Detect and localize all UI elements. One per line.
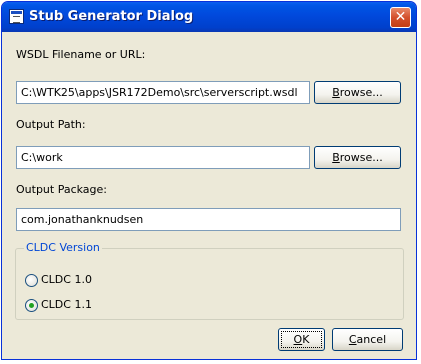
output-browse-mnemonic: B	[332, 151, 340, 164]
stub-generator-dialog: Stub Generator Dialog ✕ WSDL Filename or…	[1, 1, 417, 360]
wsdl-browse-mnemonic: B	[332, 86, 340, 99]
close-button[interactable]: ✕	[390, 7, 411, 28]
cancel-label: ancel	[356, 333, 387, 346]
ok-mnemonic: O	[293, 333, 303, 346]
close-icon: ✕	[394, 9, 407, 25]
output-path-label: Output Path:	[16, 118, 86, 131]
wsdl-browse-label: rowse...	[339, 86, 383, 99]
wsdl-browse-button[interactable]: Browse...	[314, 81, 401, 104]
output-package-input[interactable]: com.jonathanknudsen	[16, 208, 401, 231]
cldc-1-1-radio[interactable]	[25, 299, 38, 312]
output-path-input[interactable]: C:\work	[16, 146, 310, 169]
ok-label: K	[302, 333, 310, 346]
window-title: Stub Generator Dialog	[29, 9, 194, 24]
dialog-content: WSDL Filename or URL: C:\WTK25\apps\JSR1…	[5, 32, 413, 356]
app-window-icon	[9, 9, 24, 24]
cancel-button[interactable]: Cancel	[332, 328, 403, 351]
wsdl-filename-input[interactable]: C:\WTK25\apps\JSR172Demo\src\serverscrip…	[16, 81, 310, 104]
cldc-1-1-label[interactable]: CLDC 1.1	[41, 298, 92, 311]
cancel-mnemonic: C	[348, 333, 357, 346]
cldc-group-title: CLDC Version	[24, 241, 102, 254]
wsdl-label: WSDL Filename or URL:	[16, 48, 146, 61]
title-bar[interactable]: Stub Generator Dialog ✕	[2, 2, 416, 32]
ok-button[interactable]: OK	[278, 328, 325, 351]
output-package-label: Output Package:	[16, 183, 108, 196]
output-browse-label: rowse...	[339, 151, 383, 164]
cldc-1-0-label[interactable]: CLDC 1.0	[41, 273, 92, 286]
output-path-browse-button[interactable]: Browse...	[314, 146, 401, 169]
cldc-version-group: CLDC Version CLDC 1.0 CLDC 1.1	[15, 241, 404, 320]
cldc-1-0-radio[interactable]	[25, 274, 38, 287]
